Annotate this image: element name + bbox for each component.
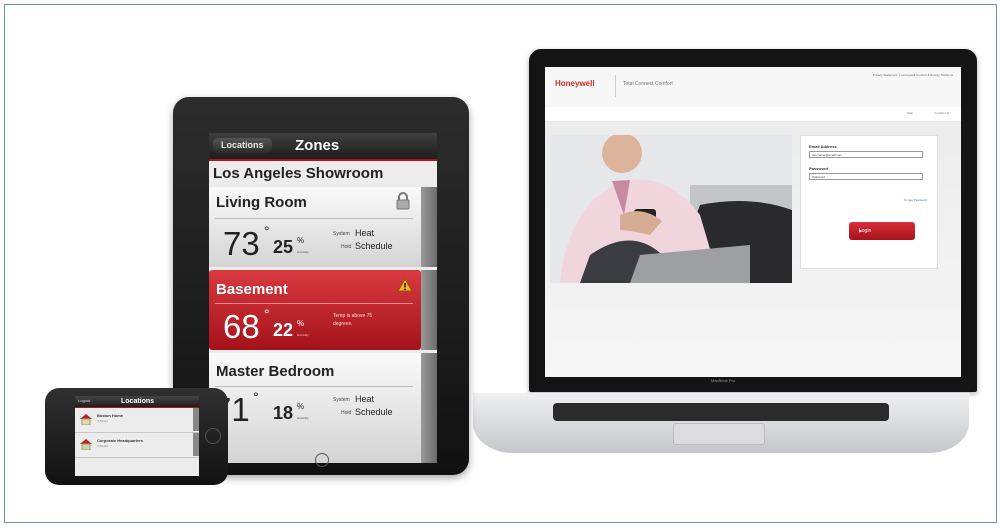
humidity-label: Humidity — [297, 250, 309, 254]
humidity-label: Humidity — [297, 416, 309, 420]
zone-card-living-room[interactable]: Living Room 73 ° 25 % Humidity System He… — [209, 187, 421, 267]
location-name: Corporate Headquarters — [97, 438, 144, 443]
zone-divider — [215, 218, 413, 219]
hold-label: Hold — [341, 244, 352, 250]
location-heading: Los Angeles Showroom — [213, 165, 384, 182]
zone-name: Living Room — [216, 194, 307, 211]
site-body: Email Address username@email.com Passwor… — [545, 122, 961, 377]
phone-device: Logout Locations Boston Home 4 Zones Cor… — [45, 388, 228, 485]
honeywell-logo[interactable]: Honeywell — [555, 79, 595, 88]
location-name: Boston Home — [97, 413, 123, 418]
humidity-percent: % — [297, 236, 305, 245]
system-label: System — [333, 231, 350, 237]
zone-temperature: 68 — [223, 308, 260, 345]
row-handle[interactable] — [193, 433, 199, 456]
phone-nav-bar: Logout Locations — [75, 396, 199, 408]
zone-temperature: 73 — [223, 225, 260, 262]
nav-contact-us[interactable]: Contact Us — [934, 111, 949, 115]
zone-drawer-handle[interactable] — [421, 353, 437, 463]
zone-name: Basement — [216, 281, 288, 298]
zone-card-master-bedroom[interactable]: Master Bedroom 71 ° 18 % Humidity System… — [209, 353, 421, 463]
screen-title: Zones — [295, 137, 340, 154]
humidity-label: Humidity — [297, 333, 309, 337]
zone-divider — [215, 386, 413, 387]
humidity-percent: % — [297, 402, 305, 411]
forgot-password-link[interactable]: Forgot Password — [904, 198, 927, 202]
lock-icon — [396, 192, 410, 210]
house-icon — [80, 414, 92, 425]
nav-help[interactable]: Help — [907, 111, 913, 115]
tablet-home-button[interactable] — [315, 453, 329, 467]
site-nav: Help Contact Us — [545, 107, 961, 122]
site-title: Total Connect Comfort — [623, 81, 673, 87]
email-label: Email Address — [809, 144, 837, 149]
location-subtitle: 4 Zones — [97, 419, 108, 423]
degree-symbol: ° — [253, 389, 259, 405]
zones-screen: Locations Zones Los Angeles Showroom Liv… — [209, 133, 437, 463]
laptop-display: Honeywell Total Connect Comfort Privacy … — [529, 49, 977, 392]
zone-divider — [215, 303, 413, 304]
building-icon — [80, 439, 92, 450]
system-value: Heat — [355, 394, 375, 404]
zone-humidity: 25 — [273, 237, 294, 257]
logout-button[interactable]: Logout — [78, 398, 90, 403]
degree-symbol: ° — [264, 223, 270, 239]
hold-label: Hold — [341, 410, 352, 416]
zone-name: Master Bedroom — [216, 363, 335, 380]
row-handle[interactable] — [193, 408, 199, 431]
zone-drawer-handle[interactable] — [421, 187, 437, 267]
site-header: Honeywell Total Connect Comfort Privacy … — [545, 67, 961, 108]
password-label: Password — [809, 166, 828, 171]
password-field[interactable]: Password — [809, 173, 923, 180]
comfort-energy-link[interactable]: Honeywell Comfort & Energy Solutions — [901, 73, 953, 77]
honeywell-web-login-page: Honeywell Total Connect Comfort Privacy … — [545, 67, 961, 377]
hold-value: Schedule — [355, 241, 393, 251]
warning-icon — [397, 278, 413, 292]
system-label: System — [333, 397, 350, 403]
laptop-base — [473, 393, 969, 453]
arrow-right-icon: ▶ — [859, 228, 863, 233]
image-frame: Honeywell Total Connect Comfort Privacy … — [4, 4, 997, 523]
location-row-corporate-headquarters[interactable]: Corporate Headquarters 9 Zones — [75, 433, 199, 458]
privacy-link[interactable]: Privacy Statement — [873, 73, 897, 77]
header-divider — [615, 75, 616, 97]
alert-message: Temp is above 75 degrees. — [333, 313, 373, 327]
tablet-nav-bar: Locations Zones — [209, 133, 437, 161]
keyboard — [553, 403, 889, 421]
hold-value: Schedule — [355, 407, 393, 417]
zone-humidity: 22 — [273, 320, 294, 340]
phone-screen-title: Locations — [121, 398, 155, 405]
locations-screen: Logout Locations Boston Home 4 Zones Cor… — [75, 396, 199, 476]
location-row-boston-home[interactable]: Boston Home 4 Zones — [75, 408, 199, 433]
trackpad — [673, 423, 765, 445]
man-with-phone-photo — [550, 135, 792, 283]
degree-symbol: ° — [264, 306, 270, 322]
humidity-percent: % — [297, 319, 305, 328]
zone-card-basement[interactable]: Basement 68 ° 22 % Humidity Temp is abov… — [209, 270, 421, 350]
email-field[interactable]: username@email.com — [809, 151, 923, 158]
location-subtitle: 9 Zones — [97, 444, 108, 448]
zone-humidity: 18 — [273, 403, 294, 423]
login-panel: Email Address username@email.com Passwor… — [800, 135, 938, 269]
phone-home-button[interactable] — [205, 428, 221, 444]
laptop-brand-label: MacBook Pro — [711, 378, 736, 383]
login-button[interactable]: Login ▶ — [849, 222, 915, 240]
locations-back-button[interactable]: Locations — [213, 138, 272, 153]
system-value: Heat — [355, 228, 375, 238]
header-links: Privacy Statement | Honeywell Comfort & … — [872, 73, 953, 77]
hero-photo — [550, 135, 792, 283]
zone-drawer-handle[interactable] — [421, 270, 437, 350]
